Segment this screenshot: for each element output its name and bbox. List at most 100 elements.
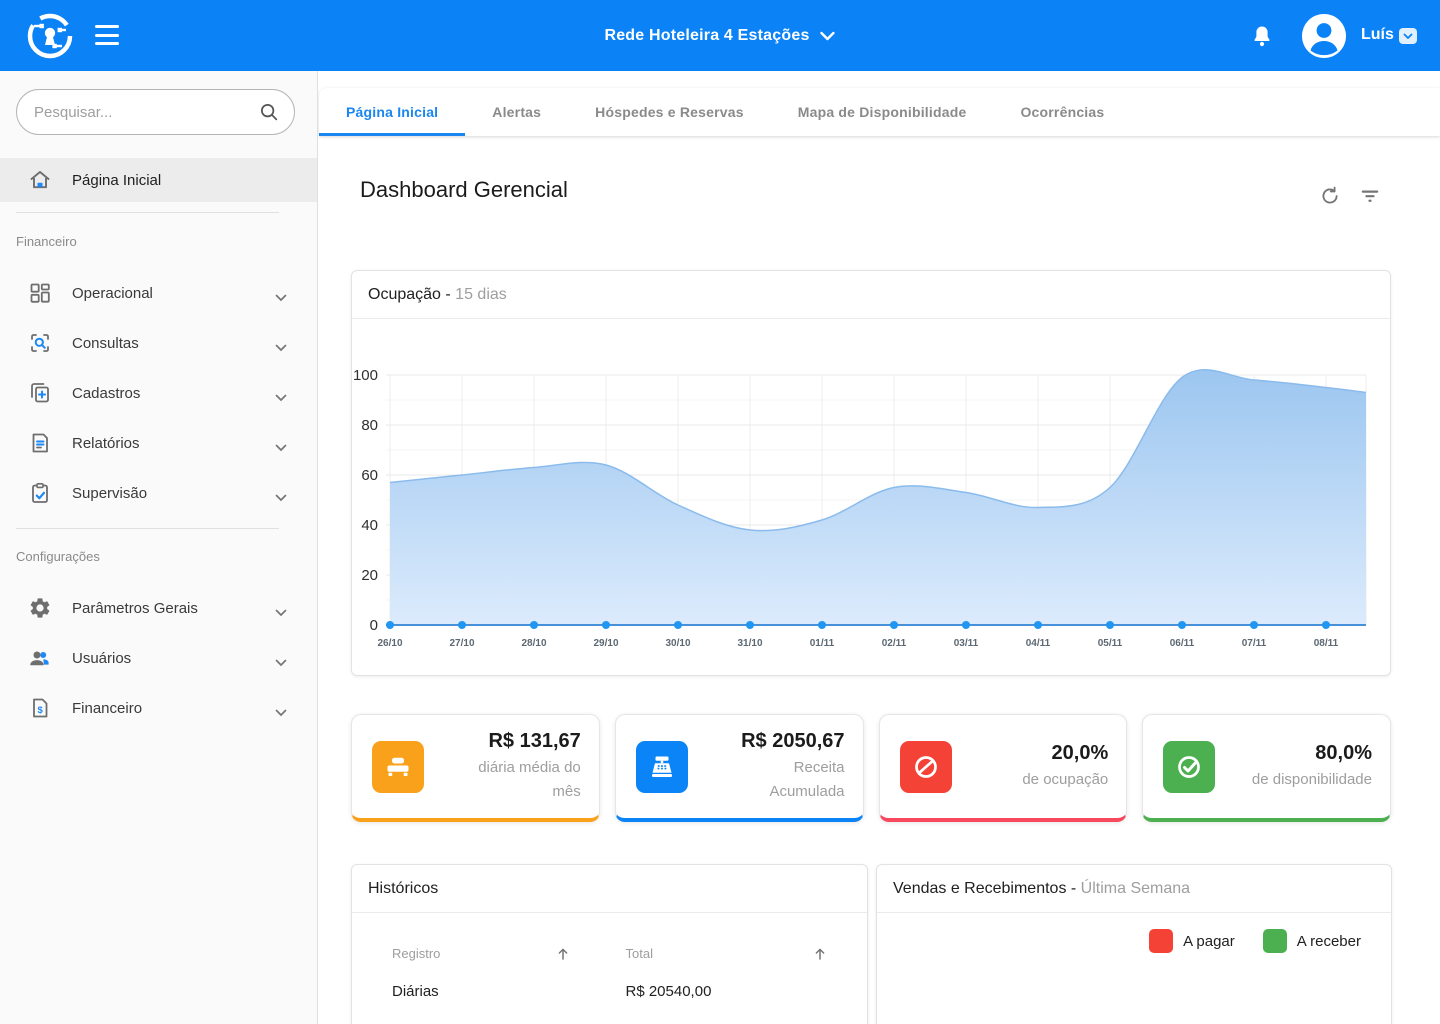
legend-label: A pagar (1183, 933, 1235, 950)
cell-registro: Diárias (352, 983, 610, 1000)
stat-card-ocupacao: 20,0% de ocupação (879, 714, 1128, 822)
stat-label: de ocupação (952, 768, 1109, 791)
svg-text:80: 80 (361, 417, 378, 434)
sidebar-item-operacional[interactable]: Operacional (0, 268, 317, 318)
sidebar-item-supervisao[interactable]: Supervisão (0, 468, 317, 518)
gear-icon (28, 596, 52, 620)
chevron-down-icon (275, 289, 287, 297)
svg-text:04/11: 04/11 (1026, 638, 1051, 649)
bed-icon (372, 741, 424, 793)
user-name: Luís (1361, 26, 1394, 44)
chevron-down-icon (275, 489, 287, 497)
stat-label: Receita Acumulada (735, 756, 845, 803)
refresh-icon[interactable] (1319, 185, 1341, 207)
tab-hospedes-e-reservas[interactable]: Hóspedes e Reservas (568, 88, 771, 136)
sidebar-item-cadastros[interactable]: Cadastros (0, 368, 317, 418)
sidebar-item-relatorios[interactable]: Relatórios (0, 418, 317, 468)
check-circle-icon (1163, 741, 1215, 793)
stat-label: de disponibilidade (1215, 768, 1372, 791)
home-icon (28, 168, 52, 192)
stat-label: diária média do mês (453, 756, 581, 803)
tab-alertas[interactable]: Alertas (465, 88, 568, 136)
table-row: Diárias R$ 20540,00 (352, 983, 867, 1000)
hotel-network-selector[interactable]: Rede Hoteleira 4 Estações (604, 0, 835, 71)
vendas-header: Vendas e Recebimentos - Última Semana (877, 865, 1391, 913)
brand-title: Rede Hoteleira 4 Estações (604, 27, 809, 45)
sidebar-item-pagina-inicial[interactable]: Página Inicial (0, 158, 317, 202)
svg-text:29/10: 29/10 (593, 638, 618, 649)
occupancy-title: Ocupação - (368, 286, 451, 303)
svg-text:30/10: 30/10 (665, 638, 690, 649)
search-icon[interactable] (258, 101, 280, 123)
search-input[interactable] (34, 104, 258, 121)
filter-icon[interactable] (1359, 185, 1381, 207)
svg-text:20: 20 (361, 567, 378, 584)
svg-text:28/10: 28/10 (521, 638, 546, 649)
copy-plus-icon (28, 381, 52, 405)
section-label-configuracoes: Configurações (16, 549, 100, 564)
tab-pagina-inicial[interactable]: Página Inicial (319, 88, 465, 136)
clipboard-check-icon (28, 481, 52, 505)
users-icon (28, 646, 52, 670)
bottom-cards-row: Históricos Registro Total Diárias R$ 205… (351, 864, 1392, 1024)
search-frame-icon (28, 331, 52, 355)
tab-ocorrencias[interactable]: Ocorrências (993, 88, 1131, 136)
divider (16, 212, 279, 213)
dashboard-grid-icon (28, 281, 52, 305)
vendas-subtitle: Última Semana (1081, 880, 1190, 897)
stat-card-diaria-media: R$ 131,67 diária média do mês (351, 714, 600, 822)
column-header-total: Total (626, 946, 653, 961)
user-avatar[interactable] (1302, 14, 1346, 58)
main-content: Página Inicial Alertas Hóspedes e Reserv… (318, 71, 1440, 1024)
svg-text:06/11: 06/11 (1170, 638, 1195, 649)
svg-text:100: 100 (353, 367, 378, 384)
cell-total: R$ 20540,00 (610, 983, 868, 1000)
sort-arrow-icon[interactable] (813, 947, 827, 961)
legend-item-a-pagar: A pagar (1149, 929, 1235, 953)
chevron-down-icon (820, 31, 836, 41)
sidebar-item-parametros-gerais[interactable]: Parâmetros Gerais (0, 583, 317, 633)
tab-mapa-de-disponibilidade[interactable]: Mapa de Disponibilidade (771, 88, 994, 136)
stat-value: R$ 131,67 (424, 730, 581, 753)
divider (16, 528, 279, 529)
chevron-down-icon (275, 389, 287, 397)
sidebar-item-label: Consultas (72, 335, 139, 352)
occupancy-area-chart: 02040608010026/1027/1028/1029/1030/1031/… (352, 357, 1392, 657)
sidebar-search (16, 89, 295, 135)
svg-text:02/11: 02/11 (882, 638, 907, 649)
sidebar: Página Inicial Financeiro Operacional Co… (0, 71, 318, 1024)
sidebar-item-financeiro[interactable]: $ Financeiro (0, 683, 317, 733)
cash-register-icon (636, 741, 688, 793)
stat-value: 80,0% (1215, 742, 1372, 765)
occupancy-card: Ocupação - 15 dias 02040608010026/1027/1… (351, 270, 1391, 676)
svg-text:26/10: 26/10 (377, 638, 402, 649)
menu-hamburger-button[interactable] (95, 25, 119, 45)
chevron-down-icon (275, 339, 287, 347)
page-tabs: Página Inicial Alertas Hóspedes e Reserv… (319, 88, 1440, 136)
svg-text:40: 40 (361, 517, 378, 534)
report-document-icon (28, 431, 52, 455)
notifications-bell-icon[interactable] (1250, 24, 1274, 48)
legend-swatch-green (1263, 929, 1287, 953)
user-menu-button[interactable] (1399, 28, 1417, 44)
svg-text:27/10: 27/10 (449, 638, 474, 649)
stat-card-disponibilidade: 80,0% de disponibilidade (1142, 714, 1391, 822)
chevron-down-icon (275, 604, 287, 612)
sidebar-item-label: Parâmetros Gerais (72, 600, 198, 617)
svg-text:08/11: 08/11 (1314, 638, 1339, 649)
svg-text:31/10: 31/10 (737, 638, 762, 649)
historicos-card: Históricos Registro Total Diárias R$ 205… (351, 864, 868, 1024)
sort-arrow-icon[interactable] (556, 947, 570, 961)
sidebar-item-usuarios[interactable]: Usuários (0, 633, 317, 683)
svg-text:$: $ (38, 705, 44, 716)
svg-text:03/11: 03/11 (954, 638, 979, 649)
page-actions (1319, 185, 1381, 207)
top-app-bar: Rede Hoteleira 4 Estações Luís (0, 0, 1440, 71)
sidebar-item-consultas[interactable]: Consultas (0, 318, 317, 368)
vendas-title: Vendas e Recebimentos - (893, 880, 1076, 897)
legend-label: A receber (1297, 933, 1361, 950)
svg-text:07/11: 07/11 (1242, 638, 1267, 649)
page-title: Dashboard Gerencial (360, 177, 568, 203)
svg-text:0: 0 (370, 617, 378, 634)
chevron-down-icon (275, 439, 287, 447)
